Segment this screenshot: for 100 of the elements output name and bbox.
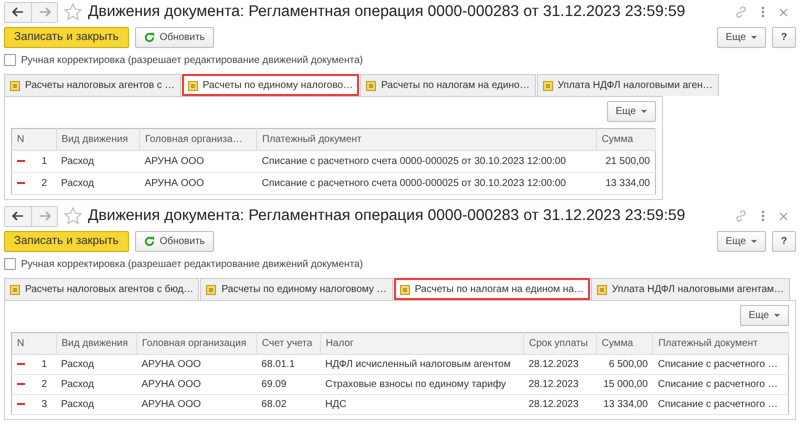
back-button[interactable] [5, 206, 31, 226]
save-and-close-button[interactable]: Записать и закрыть [4, 230, 129, 252]
register-icon [206, 284, 216, 294]
row-number: 1 [40, 156, 47, 167]
tab[interactable]: Расчеты по единому налоговому … [200, 278, 393, 300]
table-cell: Списание с расчетного счета 0000-000025 от 30.10.2023 12:00:00 [256, 150, 596, 172]
close-icon[interactable] [779, 8, 788, 16]
help-button[interactable]: ? [772, 230, 796, 252]
table-cell: 21 500,00 [596, 150, 656, 172]
help-button[interactable]: ? [772, 26, 796, 48]
table-cell: АРУНА ООО [140, 172, 257, 194]
link-icon[interactable] [735, 6, 747, 18]
table-cell: 13 334,00 [596, 172, 656, 194]
row-number: 3 [40, 399, 47, 410]
table-cell: 68.01.1 [256, 354, 320, 374]
table-cell: 28.12.2023 [523, 374, 596, 394]
column-header[interactable]: Сумма [596, 128, 656, 150]
star-icon[interactable] [64, 3, 82, 21]
register-icon [188, 80, 198, 90]
column-header[interactable]: N [12, 332, 56, 354]
window-title: Движения документа: Регламентная операция 0000-000283 от 31.12.2023 23:59:59 [88, 3, 686, 21]
table-cell: Расход [56, 374, 136, 394]
row-number: 2 [40, 379, 47, 390]
register-icon [366, 80, 376, 90]
table-cell: 28.12.2023 [523, 394, 596, 414]
back-arrow-icon [12, 211, 24, 221]
register-icon [596, 284, 607, 294]
table-cell: АРУНА ООО [136, 374, 256, 394]
expense-mark-icon [17, 383, 25, 386]
column-header[interactable]: Платежный документ [652, 332, 788, 354]
table-cell: АРУНА ООО [136, 354, 256, 374]
more-icon[interactable] [761, 6, 765, 18]
column-header[interactable]: Срок уплаты [523, 332, 596, 354]
table-cell: Списание с расчетного … [652, 394, 788, 414]
expense-mark-icon [17, 182, 25, 184]
star-icon[interactable] [64, 207, 82, 225]
table-cell: НДС [320, 394, 524, 414]
table-cell: Списание с расчетного … [652, 374, 788, 394]
back-arrow-icon [12, 7, 24, 17]
table-cell: НДФЛ исчисленный налоговым агентом [320, 354, 524, 374]
caret-icon [641, 110, 647, 113]
checkbox[interactable] [4, 54, 16, 66]
refresh-icon [144, 236, 155, 246]
close-icon[interactable] [779, 212, 788, 220]
tab[interactable]: Расчеты налоговых агентов с бюд… [4, 278, 200, 300]
table-cell: Списание с расчетного … [652, 354, 788, 374]
expense-mark-icon [17, 403, 25, 406]
tab[interactable]: Уплата НДФЛ налоговыми агентам… [590, 278, 790, 300]
column-header[interactable]: Вид движения [56, 128, 140, 150]
checkbox-label: Ручная корректировка (разрешает редактирование движений документа) [21, 54, 363, 66]
table-cell: 6 500,00 [596, 354, 653, 374]
register-icon [542, 80, 553, 90]
column-header[interactable]: N [12, 128, 56, 150]
column-header[interactable]: Головная организа… [140, 128, 257, 150]
register-icon [400, 284, 410, 294]
table-more-button[interactable]: Еще [606, 101, 656, 122]
register-icon [10, 80, 20, 90]
column-header[interactable]: Вид движения [56, 332, 136, 354]
checkbox[interactable] [4, 258, 16, 270]
tab[interactable]: Расчеты по единому налогово… [182, 74, 360, 96]
checkbox-label: Ручная корректировка (разрешает редактирование движений документа) [21, 258, 363, 270]
tab[interactable]: Расчеты по налогам на едином на… [394, 278, 590, 300]
caret-icon [774, 314, 780, 317]
caret-icon [751, 240, 757, 242]
link-icon[interactable] [735, 210, 747, 222]
window-title: Движения документа: Регламентная операция 0000-000283 от 31.12.2023 23:59:59 [88, 207, 686, 225]
table-more-button[interactable]: Еще [740, 305, 789, 326]
forward-arrow-icon [38, 211, 50, 221]
table-cell: 68.02 [256, 394, 320, 414]
refresh-icon [144, 32, 155, 42]
refresh-button[interactable]: Обновить [134, 26, 214, 48]
table-cell: 69.09 [256, 374, 320, 394]
tab[interactable]: Расчеты по налогам на едино… [360, 74, 536, 96]
table-cell: АРУНА ООО [140, 150, 257, 172]
forward-arrow-icon [38, 7, 50, 17]
table-cell: АРУНА ООО [136, 394, 256, 414]
table-cell: Расход [56, 394, 136, 414]
table-cell: 13 334,00 [596, 394, 653, 414]
column-header[interactable]: Головная организация [136, 332, 256, 354]
table-cell: Расход [56, 354, 136, 374]
refresh-button[interactable]: Обновить [134, 230, 214, 252]
table-cell: Списание с расчетного счета 0000-000025 от 30.10.2023 12:00:00 [256, 172, 596, 194]
column-header[interactable]: Счет учета [256, 332, 320, 354]
expense-mark-icon [17, 363, 25, 366]
column-header[interactable]: Платежный документ [256, 128, 596, 150]
register-icon [10, 284, 20, 294]
expense-mark-icon [17, 160, 25, 162]
tab[interactable]: Уплата НДФЛ налоговыми аген… [536, 74, 719, 96]
row-number: 2 [40, 178, 47, 189]
caret-icon [751, 36, 757, 38]
table-cell: Расход [56, 150, 140, 172]
save-and-close-button[interactable]: Записать и закрыть [4, 26, 129, 48]
table-cell: Страховые взносы по единому тарифу [320, 374, 524, 394]
column-header[interactable]: Налог [320, 332, 524, 354]
more-button[interactable]: Еще [716, 26, 766, 48]
tab[interactable]: Расчеты налоговых агентов с … [4, 74, 181, 96]
more-button[interactable]: Еще [716, 230, 766, 252]
more-icon[interactable] [761, 210, 765, 222]
back-button[interactable] [5, 2, 31, 22]
column-header[interactable]: Сумма [596, 332, 653, 354]
